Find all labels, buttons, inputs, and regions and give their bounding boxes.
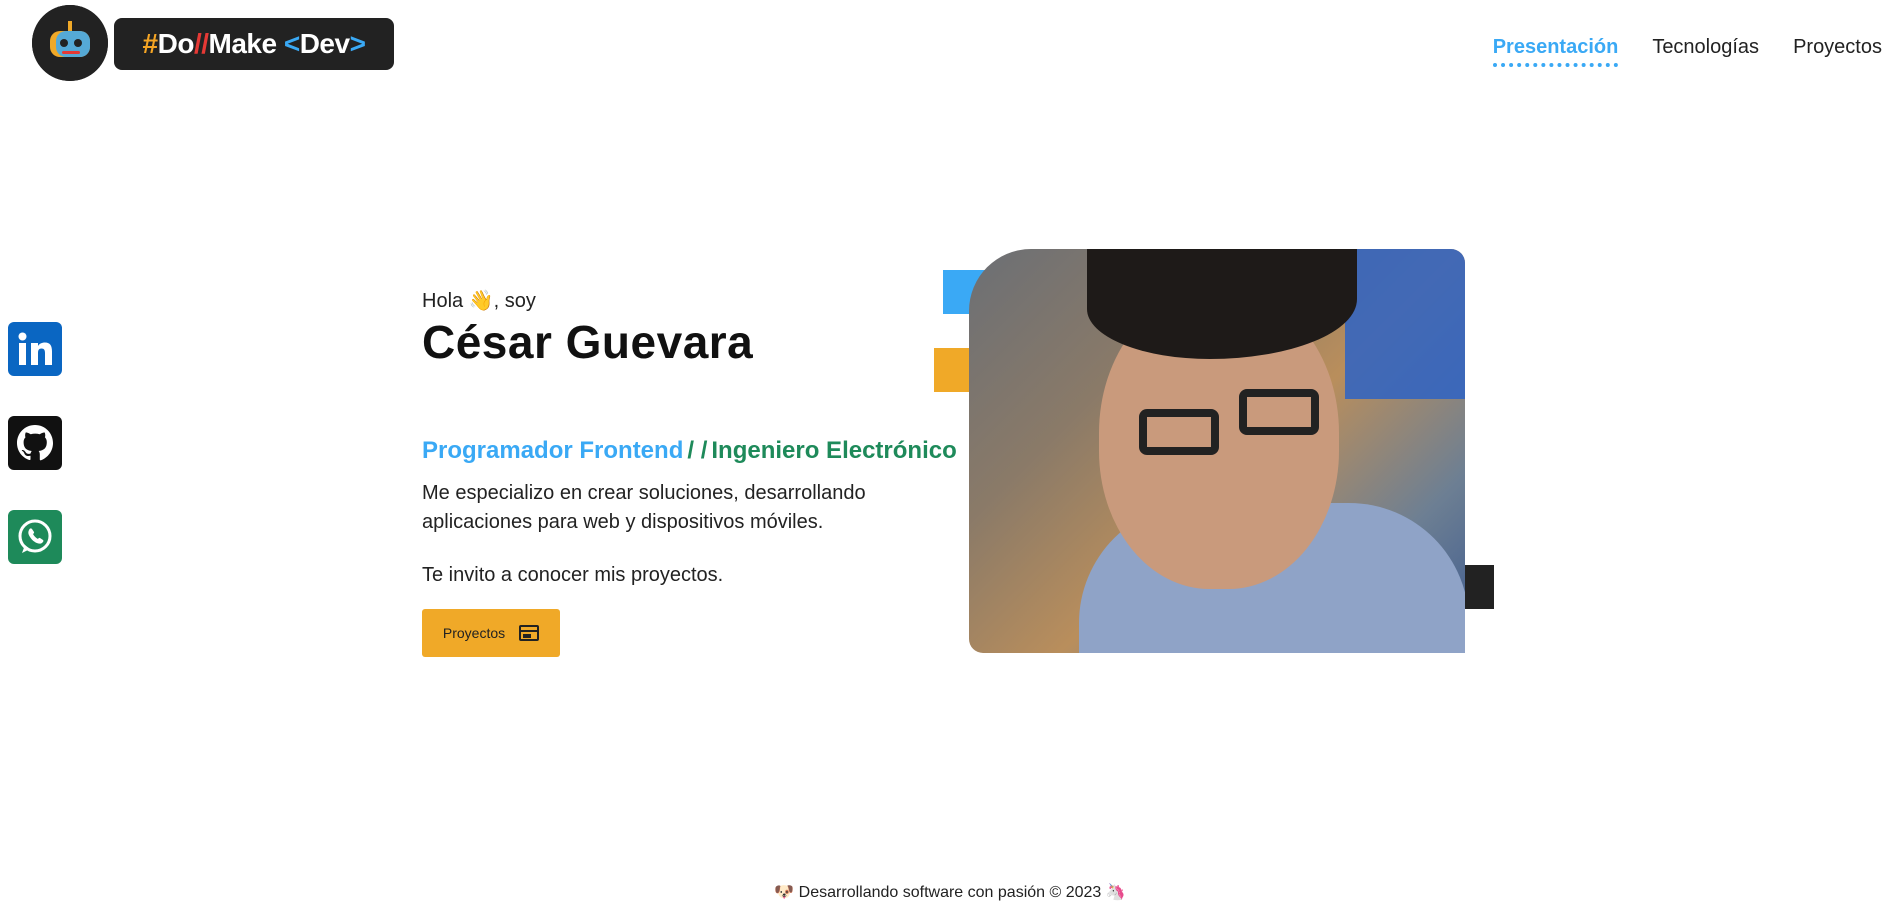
footer-text: 🐶 Desarrollando software con pasión © 20… [774, 884, 1126, 901]
projects-button[interactable]: Proyectos [422, 609, 560, 657]
hero-name: César Guevara [422, 316, 754, 368]
nav-tecnologias[interactable]: Tecnologías [1652, 36, 1759, 67]
photo-glasses-left [1139, 409, 1219, 455]
roles-line: Programador Frontend / / Ingeniero Electró… [422, 437, 957, 465]
photo-glasses-right [1239, 389, 1319, 435]
browser-window-icon [519, 625, 540, 641]
logo-gt: > [349, 28, 366, 59]
nav-proyectos[interactable]: Proyectos [1793, 36, 1882, 67]
photo-background-window [1345, 249, 1465, 399]
profile-photo [969, 249, 1465, 653]
logo-slashes: // [193, 28, 209, 59]
whatsapp-link[interactable] [8, 510, 62, 564]
logo-dev: Dev [299, 28, 350, 59]
site-footer: 🐶 Desarrollando software con pasión © 20… [0, 882, 1900, 902]
decor-orange-block [934, 348, 970, 392]
projects-button-label: Proyectos [442, 625, 506, 641]
linkedin-link[interactable] [8, 322, 62, 376]
logo-hash: # [142, 28, 159, 59]
hero-description: Me especializo en crear soluciones, desa… [422, 482, 866, 533]
linkedin-icon [18, 332, 52, 365]
photo-hair [1087, 249, 1357, 359]
hero-invite: Te invito a conocer mis proyectos. [422, 564, 724, 586]
decor-dark-block [1462, 565, 1494, 609]
logo-make: Make [208, 28, 278, 59]
logo-do: Do [157, 28, 195, 59]
main-nav: Presentación Tecnologías Proyectos [1492, 36, 1882, 67]
role-engineer: Ingeniero Electrónico [711, 437, 957, 464]
whatsapp-icon [18, 519, 52, 553]
role-separator: / / [687, 437, 708, 464]
role-frontend: Programador Frontend [422, 437, 684, 464]
github-link[interactable] [8, 416, 62, 470]
hero-section: Hola 👋, soy César Guevara Programador Fr… [422, 288, 957, 657]
logo-wordmark[interactable]: # Do//Make < Dev > [114, 18, 394, 70]
site-logo[interactable] [32, 5, 108, 81]
nav-presentacion[interactable]: Presentación [1492, 36, 1619, 67]
social-sidebar [8, 322, 62, 564]
greeting-text: Hola 👋, soy [422, 290, 536, 312]
github-icon [17, 425, 53, 461]
logo-lt: < [283, 28, 300, 59]
robot-logo-icon [32, 5, 108, 81]
